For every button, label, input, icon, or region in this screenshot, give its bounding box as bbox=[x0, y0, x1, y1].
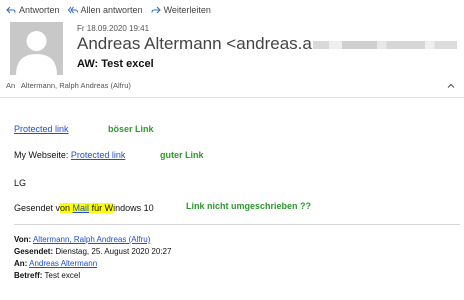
greeting: LG bbox=[14, 178, 27, 188]
sent-from-text-1: Gesendet v bbox=[14, 203, 61, 213]
quoted-from-label: Von: bbox=[14, 235, 32, 244]
subject: AW: Test excel bbox=[77, 58, 154, 70]
highlight-2: für bbox=[89, 203, 105, 213]
quoted-subject-label: Betreff: bbox=[14, 271, 43, 280]
recipient-line: An Altermann, Ralph Andreas (Alfru) bbox=[6, 81, 131, 90]
forward-button[interactable]: Weiterleiten bbox=[151, 5, 211, 15]
quoted-to: An: Andreas Altermann bbox=[14, 259, 97, 268]
quoted-to-label: An: bbox=[14, 259, 28, 268]
divider bbox=[0, 97, 464, 98]
quoted-subject-value: Test excel bbox=[44, 271, 81, 280]
body-line-1: Protected link bbox=[14, 124, 69, 134]
reply-all-icon bbox=[67, 6, 78, 14]
quoted-from: Von: Altermann, Ralph Andreas (Alfru) bbox=[14, 235, 150, 244]
message-toolbar: Antworten Allen antworten Weiterleiten bbox=[6, 2, 211, 18]
annotation-good-link: guter Link bbox=[160, 150, 204, 160]
avatar bbox=[10, 22, 63, 75]
reply-button[interactable]: Antworten bbox=[6, 5, 60, 15]
sent-from-line: Gesendet von Mail für Windows 10 bbox=[14, 203, 154, 213]
annotation-bad-link: böser Link bbox=[108, 124, 154, 134]
message-date: Fr 18.09.2020 19:41 bbox=[77, 24, 150, 33]
forward-icon bbox=[151, 6, 161, 14]
reply-all-button[interactable]: Allen antworten bbox=[67, 5, 143, 15]
annotation-not-rewritten: Link nicht umgeschrieben ?? bbox=[186, 201, 312, 211]
quoted-sent-label: Gesendet: bbox=[14, 247, 54, 256]
quoted-sent: Gesendet: Dienstag, 25. August 2020 20:2… bbox=[14, 247, 171, 256]
protected-link-2[interactable]: Protected link bbox=[71, 150, 126, 160]
reply-label: Antworten bbox=[19, 5, 60, 15]
forward-label: Weiterleiten bbox=[163, 5, 211, 15]
to-label: An bbox=[6, 81, 16, 90]
reply-all-label: Allen antworten bbox=[80, 5, 143, 15]
to-value[interactable]: Altermann, Ralph Andreas (Alfru) bbox=[21, 81, 131, 90]
quote-separator bbox=[14, 224, 460, 225]
quoted-sent-value: Dienstag, 25. August 2020 20:27 bbox=[55, 247, 172, 256]
redacted-email bbox=[312, 40, 457, 49]
highlight-3: W bbox=[104, 203, 114, 213]
person-icon bbox=[16, 31, 57, 75]
protected-link-1[interactable]: Protected link bbox=[14, 124, 69, 134]
sent-from-text-2: indows 10 bbox=[113, 203, 154, 213]
quoted-from-link[interactable]: Altermann, Ralph Andreas (Alfru) bbox=[33, 235, 150, 244]
website-label: My Webseite: bbox=[14, 150, 71, 160]
body-line-2: My Webseite: Protected link bbox=[14, 150, 125, 160]
reply-icon bbox=[6, 6, 16, 14]
quoted-to-link[interactable]: Andreas Altermann bbox=[29, 259, 97, 268]
sender[interactable]: Andreas Altermann <andreas.a bbox=[77, 34, 457, 54]
sender-text: Andreas Altermann <andreas.a bbox=[77, 34, 312, 53]
mail-link[interactable]: Mail bbox=[72, 203, 90, 213]
quoted-subject: Betreff: Test excel bbox=[14, 271, 80, 280]
chevron-up-icon[interactable] bbox=[446, 81, 456, 91]
highlight-1: on bbox=[60, 203, 73, 213]
